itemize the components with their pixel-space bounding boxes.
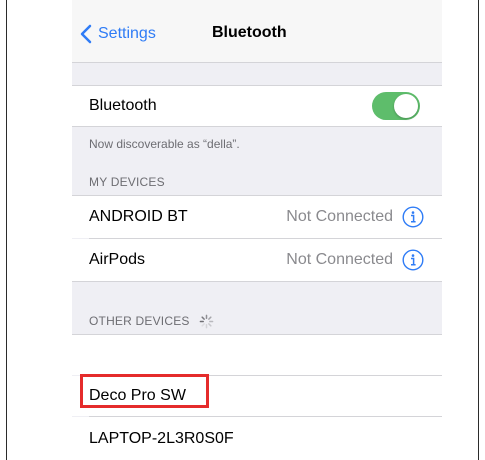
bluetooth-settings-screen: Settings Bluetooth Bluetooth Now discove… bbox=[72, 0, 442, 460]
chevron-left-icon bbox=[80, 24, 92, 44]
discoverable-note: Now discoverable as “della”. bbox=[89, 137, 240, 151]
highlight-box bbox=[80, 374, 209, 408]
device-row-airpods[interactable]: AirPods Not Connected bbox=[72, 239, 442, 281]
other-devices-label: OTHER DEVICES bbox=[89, 314, 190, 328]
my-devices-header: MY DEVICES bbox=[89, 175, 165, 189]
info-icon[interactable] bbox=[402, 206, 424, 228]
back-button-label: Settings bbox=[98, 25, 156, 42]
bluetooth-toggle-row: Bluetooth bbox=[72, 86, 442, 126]
device-status: Not Connected bbox=[286, 251, 393, 268]
divider bbox=[72, 126, 442, 127]
bluetooth-toggle[interactable] bbox=[372, 92, 420, 120]
toggle-knob bbox=[394, 94, 418, 118]
device-row-unnamed[interactable] bbox=[72, 335, 442, 375]
left-pane bbox=[7, 0, 72, 460]
back-button[interactable]: Settings bbox=[80, 20, 156, 48]
page-title: Bluetooth bbox=[212, 24, 287, 41]
device-status: Not Connected bbox=[286, 208, 393, 225]
device-name: ANDROID BT bbox=[89, 208, 188, 225]
device-row-laptop[interactable]: LAPTOP-2L3R0S0F bbox=[72, 417, 442, 460]
navigation-bar: Settings Bluetooth bbox=[72, 0, 442, 63]
other-devices-header: OTHER DEVICES bbox=[89, 314, 214, 329]
loading-spinner-icon bbox=[199, 314, 214, 329]
device-name: LAPTOP-2L3R0S0F bbox=[89, 429, 234, 447]
right-pane bbox=[442, 0, 478, 460]
device-row-android-bt[interactable]: ANDROID BT Not Connected bbox=[72, 196, 442, 238]
device-name: AirPods bbox=[89, 251, 146, 268]
screenshot-frame: Settings Bluetooth Bluetooth Now discove… bbox=[6, 0, 479, 460]
divider bbox=[72, 281, 442, 282]
info-icon[interactable] bbox=[402, 249, 424, 271]
bluetooth-label: Bluetooth bbox=[89, 97, 157, 114]
